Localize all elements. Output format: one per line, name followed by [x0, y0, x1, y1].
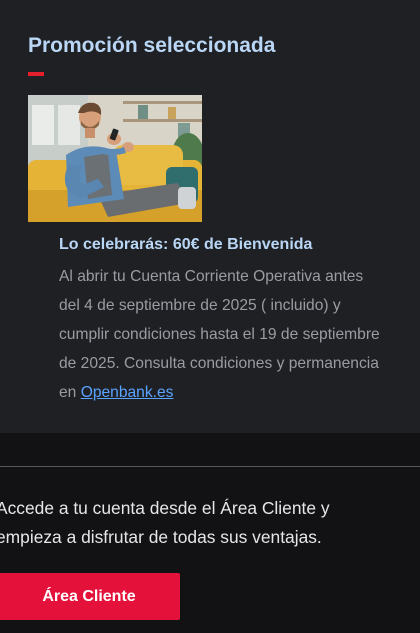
promo-heading: Lo celebrarás: 60€ de Bienvenida [59, 236, 313, 253]
promo-description-last-line: en Openbank.es [59, 378, 419, 407]
promo-card: Promoción seleccionada Lo celebrarás: 60… [0, 0, 420, 433]
promo-description-line: de 2025. Consulta condiciones y permanen… [59, 355, 379, 372]
section-divider [0, 466, 420, 467]
access-description-line: empieza a disfrutar de todas sus ventaja… [0, 527, 322, 547]
title-accent-bar [28, 72, 44, 76]
promo-description-line: del 4 de septiembre de 2025 ( incluido) … [59, 297, 341, 314]
access-description: Accede a tu cuenta desde el Área Cliente… [0, 494, 330, 552]
openbank-link[interactable]: Openbank.es [81, 384, 174, 401]
access-description-line: Accede a tu cuenta desde el Área Cliente… [0, 498, 330, 518]
promo-description: Al abrir tu Cuenta Corriente Operativa a… [59, 262, 419, 407]
promo-description-line: cumplir condiciones hasta el 19 de septi… [59, 326, 380, 343]
promo-description-prefix: en [59, 384, 81, 401]
promo-description-line: Al abrir tu Cuenta Corriente Operativa a… [59, 268, 364, 285]
promo-photo-illustration [28, 95, 202, 222]
promo-image [28, 95, 202, 222]
promo-title: Promoción seleccionada [28, 34, 276, 57]
area-cliente-button[interactable]: Área Cliente [0, 573, 180, 620]
